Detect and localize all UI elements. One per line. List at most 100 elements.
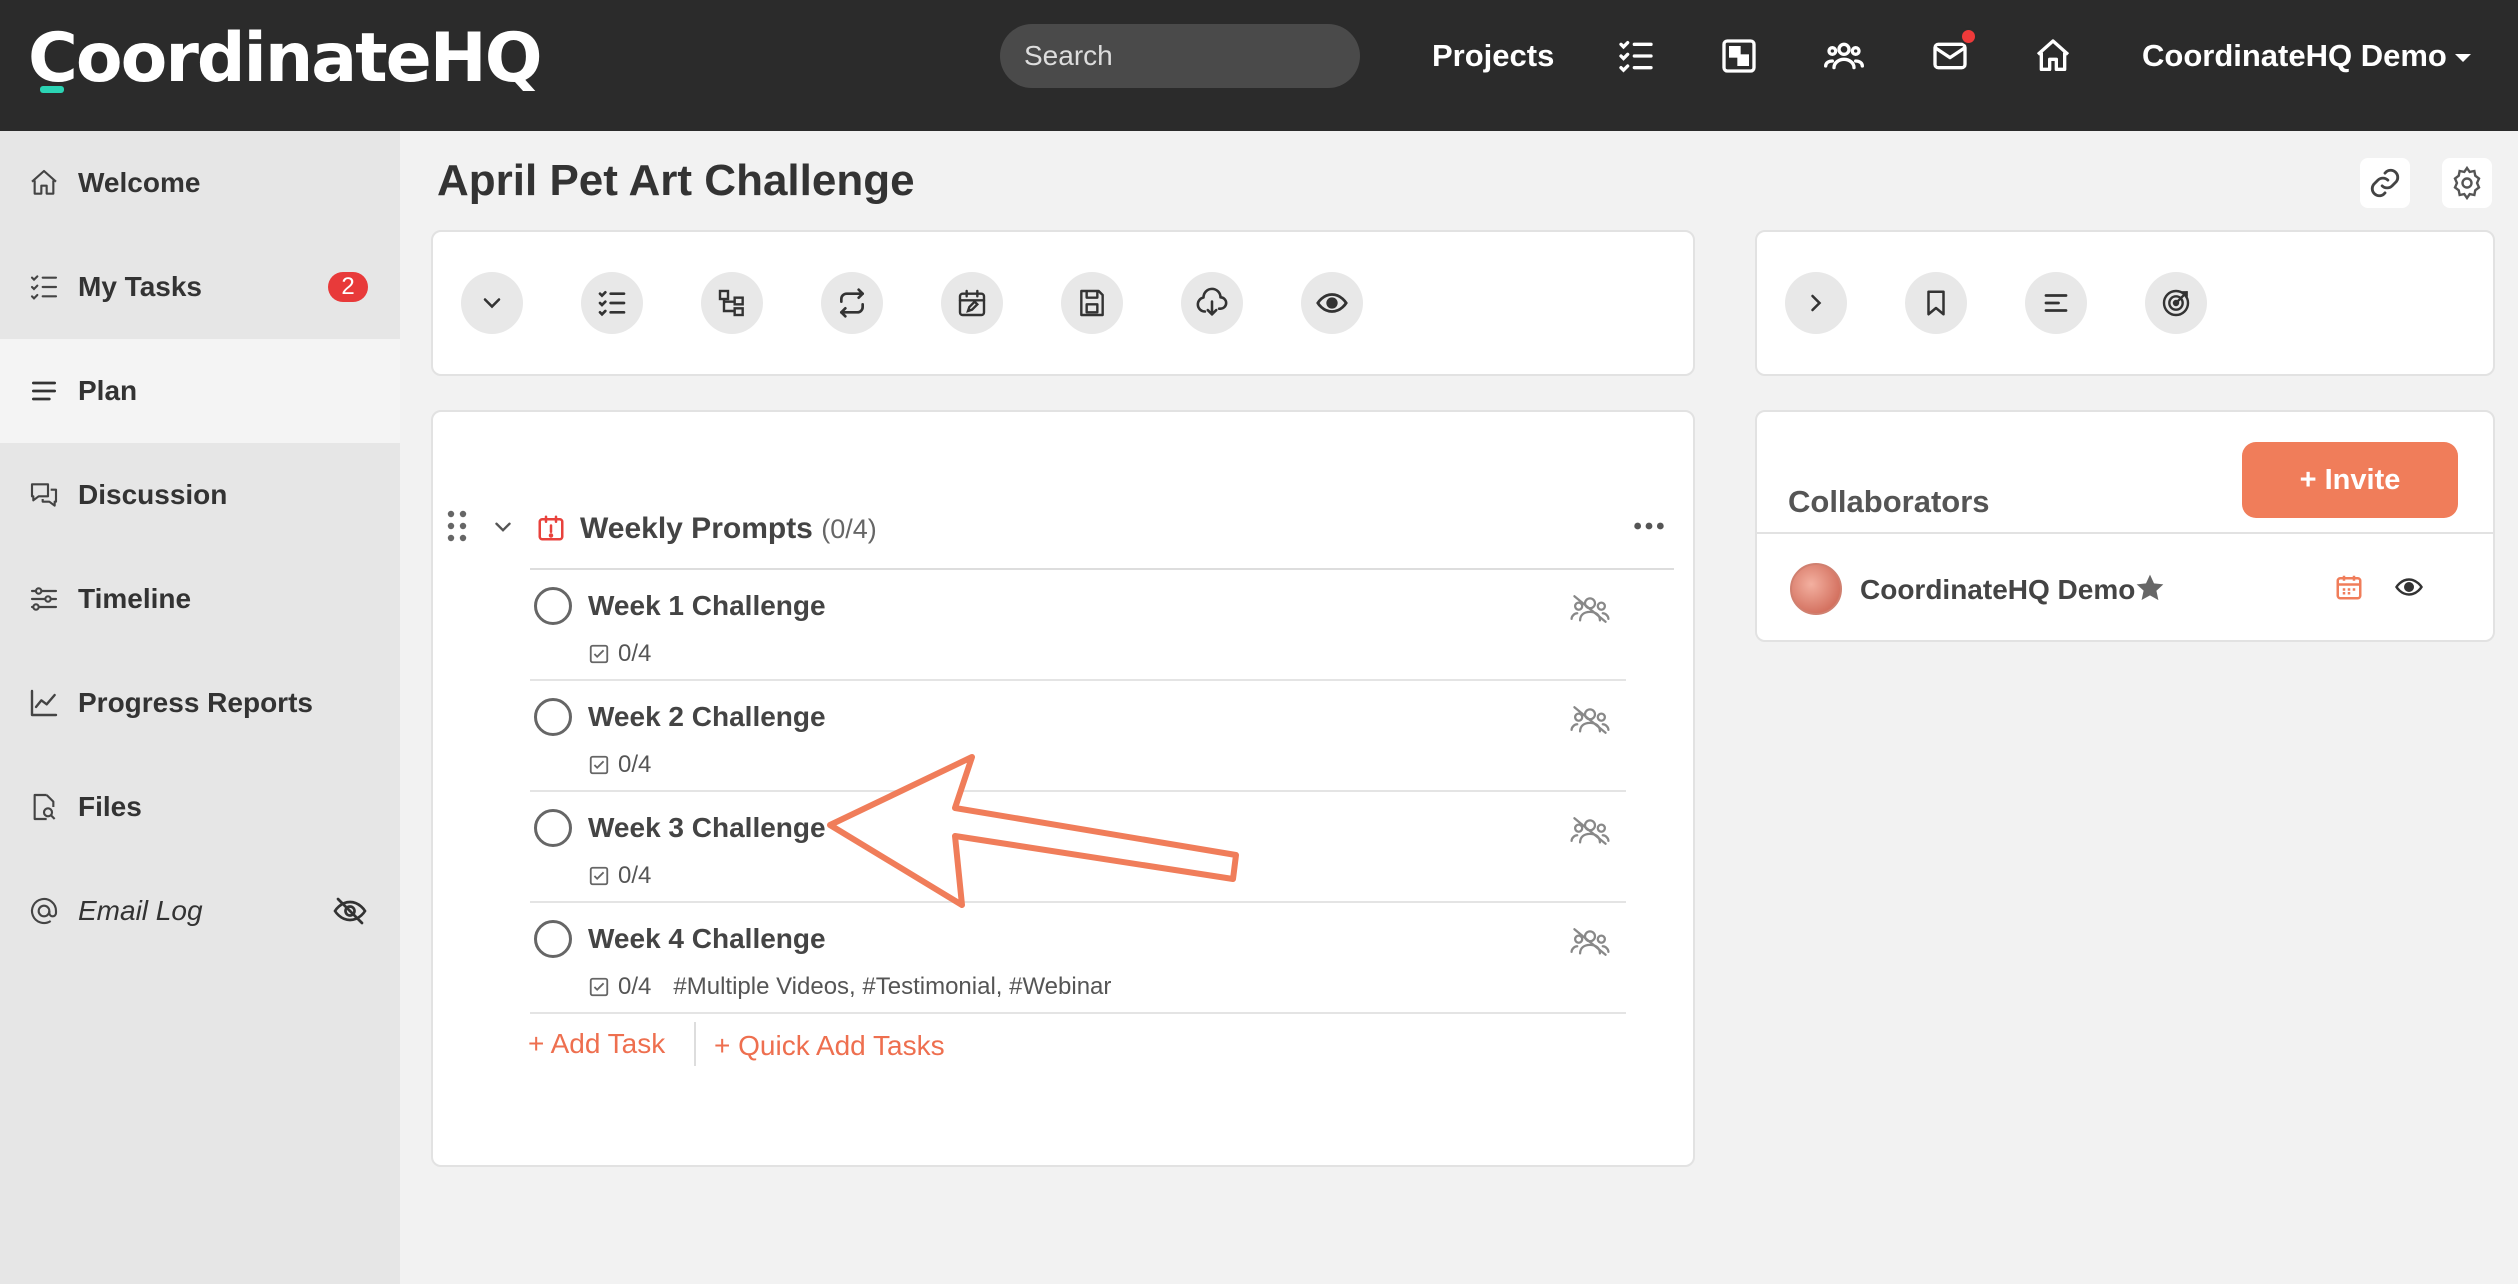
eye-icon[interactable] (2392, 572, 2426, 602)
task-title[interactable]: Week 2 Challenge (588, 701, 826, 733)
app-logo[interactable]: CoordinateHQ (28, 14, 542, 104)
repeat-icon (840, 288, 864, 318)
unassigned-icon[interactable] (1570, 814, 1610, 848)
at-icon (30, 897, 58, 925)
divider (694, 1022, 696, 1066)
bookmark-button[interactable] (1905, 272, 1967, 334)
sidebar-item-plan[interactable]: Plan (0, 339, 400, 443)
checklist-icon (30, 275, 58, 300)
task-meta: 0/4 (588, 751, 651, 779)
settings-button[interactable] (2442, 158, 2492, 208)
task-complete-checkbox[interactable] (534, 698, 572, 736)
download-button[interactable] (1181, 272, 1243, 334)
target-icon (2162, 289, 2190, 317)
search-input[interactable] (1000, 24, 1360, 88)
sidebar-item-files[interactable]: Files (0, 755, 400, 859)
sidebar-item-label: Plan (78, 375, 138, 406)
calendar-edit-icon (958, 289, 986, 317)
chat-icon (30, 483, 58, 507)
unassigned-icon[interactable] (1570, 703, 1610, 737)
home-icon[interactable] (2033, 36, 2073, 76)
task-complete-checkbox[interactable] (534, 587, 572, 625)
task-group-count: (0/4) (821, 514, 877, 544)
unassigned-icon[interactable] (1570, 592, 1610, 626)
unassigned-icon[interactable] (1570, 925, 1610, 959)
sidebar-item-label: Email Log (78, 895, 203, 926)
chevron-down-icon (483, 298, 501, 309)
sidebar-item-welcome[interactable]: Welcome (0, 131, 400, 235)
task-row[interactable]: Week 4 Challenge 0/4 #Multiple Videos, #… (530, 903, 1626, 1014)
subtask-progress: 0/4 (618, 640, 652, 667)
align-button[interactable] (2025, 272, 2087, 334)
task-title[interactable]: Week 4 Challenge (588, 923, 826, 955)
link-button[interactable] (2360, 158, 2410, 208)
avatar (1790, 563, 1842, 615)
lines-icon (32, 381, 56, 401)
calendar-alert-icon (538, 515, 564, 541)
eye-icon (1316, 293, 1348, 313)
task-group-title: Weekly Prompts (0/4) (580, 512, 877, 546)
task-meta: 0/4 #Multiple Videos, #Testimonial, #Web… (588, 973, 1111, 1001)
people-icon[interactable] (1824, 36, 1864, 76)
save-template-button[interactable] (1061, 272, 1123, 334)
chart-icon (30, 689, 58, 717)
checkbox-icon (589, 644, 609, 664)
page-title: April Pet Art Challenge (437, 156, 915, 205)
board-icon[interactable] (1719, 36, 1759, 76)
checkbox-icon (589, 977, 609, 997)
eye-slash-icon[interactable] (332, 893, 368, 929)
chevron-right-icon (1811, 294, 1822, 312)
tasks-icon[interactable] (1616, 36, 1656, 76)
schedule-button[interactable] (941, 272, 1003, 334)
user-menu[interactable]: CoordinateHQ Demo (2142, 38, 2471, 74)
task-row[interactable]: Week 1 Challenge 0/4 (530, 570, 1626, 681)
sidebar-item-my-tasks[interactable]: My Tasks 2 (0, 235, 400, 339)
task-title[interactable]: Week 3 Challenge (588, 812, 826, 844)
save-icon (1080, 289, 1104, 317)
sidebar-item-timeline[interactable]: Timeline (0, 547, 400, 651)
divider (1756, 532, 2494, 534)
collapse-button[interactable] (461, 272, 523, 334)
chevron-down-icon[interactable] (490, 514, 516, 540)
sidebar-item-label: My Tasks (78, 271, 202, 302)
home-icon (31, 169, 57, 195)
calendar-icon[interactable] (2334, 572, 2364, 602)
add-task-link[interactable]: + Add Task (528, 1028, 665, 1060)
sidebar-item-progress-reports[interactable]: Progress Reports (0, 651, 400, 755)
sidebar-item-discussion[interactable]: Discussion (0, 443, 400, 547)
task-meta: 0/4 (588, 862, 651, 890)
expand-panel-button[interactable] (1785, 272, 1847, 334)
drag-handle-icon[interactable] (444, 508, 470, 544)
task-row[interactable]: Week 3 Challenge 0/4 (530, 792, 1626, 903)
hierarchy-button[interactable] (701, 272, 763, 334)
nav-projects-link[interactable]: Projects (1432, 38, 1554, 74)
task-complete-checkbox[interactable] (534, 920, 572, 958)
sidebar-item-email-log[interactable]: Email Log (0, 859, 400, 963)
collaborator-name: CoordinateHQ Demo (1860, 574, 2136, 605)
file-search-icon (33, 793, 56, 821)
sidebar-item-label: Welcome (78, 167, 201, 198)
more-options-icon[interactable] (1632, 514, 1666, 538)
goals-button[interactable] (2145, 272, 2207, 334)
sidebar-item-label: Progress Reports (78, 687, 313, 718)
tasks-view-button[interactable] (581, 272, 643, 334)
task-tags[interactable]: #Multiple Videos, #Testimonial, #Webinar (673, 973, 1111, 1001)
quick-add-tasks-link[interactable]: + Quick Add Tasks (714, 1030, 945, 1062)
checkbox-icon (589, 866, 609, 886)
bookmark-icon (1927, 290, 1945, 316)
user-menu-label: CoordinateHQ Demo (2142, 38, 2447, 73)
sidebar-item-label: Timeline (78, 583, 192, 614)
visibility-button[interactable] (1301, 272, 1363, 334)
top-navbar: CoordinateHQ Projects CoordinateHQ Demo (0, 0, 2518, 131)
task-title[interactable]: Week 1 Challenge (588, 590, 826, 622)
notification-dot (1960, 28, 1977, 45)
task-group-name: Weekly Prompts (580, 512, 813, 545)
task-complete-checkbox[interactable] (534, 809, 572, 847)
star-icon[interactable] (2134, 572, 2166, 604)
invite-button[interactable]: + Invite (2242, 442, 2458, 518)
sidebar: Welcome My Tasks 2 Plan Discussion Timel… (0, 131, 400, 1284)
task-row[interactable]: Week 2 Challenge 0/4 (530, 681, 1626, 792)
recurring-button[interactable] (821, 272, 883, 334)
logo-accent (40, 86, 64, 93)
gear-icon (2453, 165, 2481, 201)
